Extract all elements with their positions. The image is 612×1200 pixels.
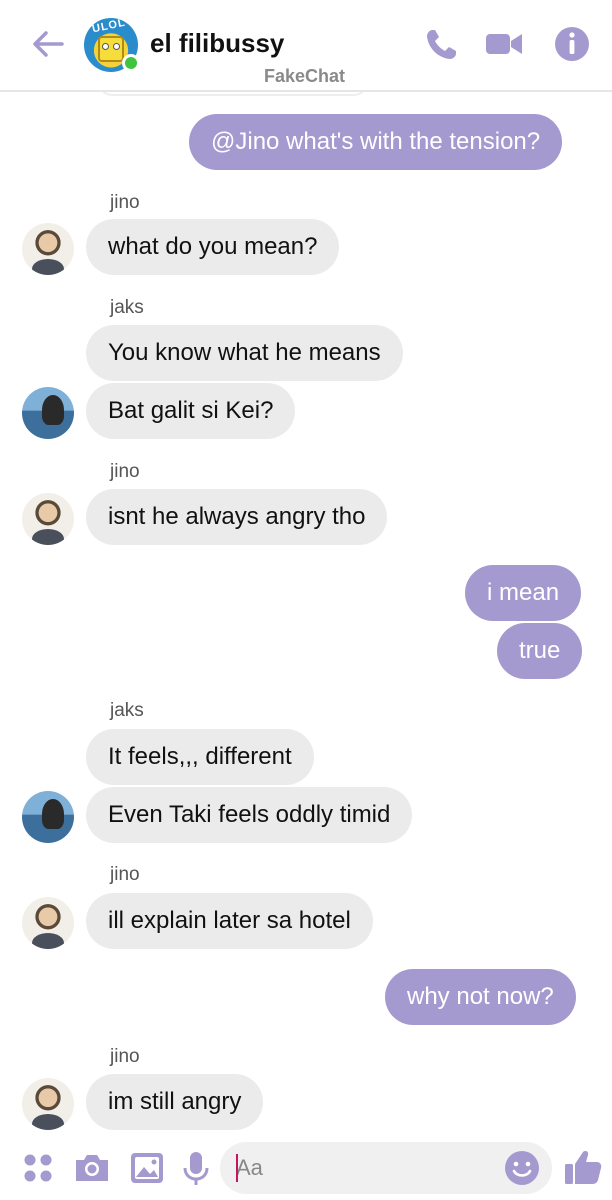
message-bubble-incoming[interactable]: Even Taki feels oddly timid bbox=[86, 787, 413, 843]
message-bubble-incoming[interactable]: It feels,,, different bbox=[86, 729, 314, 785]
message-bubble-outgoing[interactable]: true bbox=[497, 623, 583, 679]
camera-icon[interactable] bbox=[72, 1148, 112, 1188]
message-bubble-incoming[interactable]: ill explain later sa hotel bbox=[86, 893, 373, 949]
sender-name: jino bbox=[110, 864, 140, 885]
group-avatar[interactable]: ULOL bbox=[84, 16, 140, 72]
message-bubble-incoming[interactable]: You know what he means bbox=[86, 325, 403, 381]
conversation-title[interactable]: el filibussy bbox=[150, 28, 284, 59]
sender-name: jino bbox=[110, 461, 140, 482]
jaks-avatar[interactable] bbox=[22, 387, 74, 439]
sender-name: jaks bbox=[110, 297, 144, 318]
text-cursor bbox=[236, 1154, 238, 1182]
watermark: FakeChat bbox=[264, 66, 346, 86]
sender-name: jino bbox=[110, 192, 140, 213]
jino-avatar[interactable] bbox=[22, 897, 74, 949]
online-status-dot bbox=[122, 54, 140, 72]
video-icon[interactable] bbox=[484, 24, 524, 64]
message-bubble-incoming[interactable]: what do you mean? bbox=[86, 219, 340, 275]
apps-icon[interactable] bbox=[18, 1148, 58, 1188]
gallery-icon[interactable] bbox=[127, 1148, 167, 1188]
jaks-avatar[interactable] bbox=[22, 791, 74, 843]
back-arrow-icon[interactable] bbox=[28, 24, 68, 64]
message-bubble-outgoing[interactable]: i mean bbox=[465, 565, 582, 621]
chat-header: ULOL el filibussy FakeChat bbox=[0, 0, 612, 92]
message-bubble-outgoing[interactable]: @Jino what's with the tension? bbox=[189, 114, 563, 170]
sender-name: jino bbox=[110, 1046, 140, 1067]
jino-avatar[interactable] bbox=[22, 1078, 74, 1130]
phone-icon[interactable] bbox=[422, 24, 462, 64]
message-composer bbox=[0, 1136, 612, 1200]
message-bubble-incoming[interactable]: Bat galit si Kei? bbox=[86, 383, 296, 439]
message-list[interactable]: @Jino what's with the tension? jino what… bbox=[0, 92, 612, 1136]
sender-name: jaks bbox=[110, 700, 144, 721]
sponge-face bbox=[98, 36, 124, 62]
message-bubble-incoming[interactable]: im still angry bbox=[86, 1074, 264, 1130]
jino-avatar[interactable] bbox=[22, 223, 74, 275]
message-bubble-outgoing[interactable]: why not now? bbox=[385, 969, 576, 1025]
group-avatar-text: ULOL bbox=[91, 16, 127, 36]
message-bubble-incoming[interactable]: isnt he always angry tho bbox=[86, 489, 388, 545]
info-icon[interactable] bbox=[552, 24, 592, 64]
emoji-icon[interactable] bbox=[502, 1148, 542, 1188]
thumbs-up-icon[interactable] bbox=[562, 1146, 604, 1188]
previous-message-edge bbox=[98, 92, 368, 96]
microphone-icon[interactable] bbox=[176, 1148, 216, 1188]
jino-avatar[interactable] bbox=[22, 493, 74, 545]
